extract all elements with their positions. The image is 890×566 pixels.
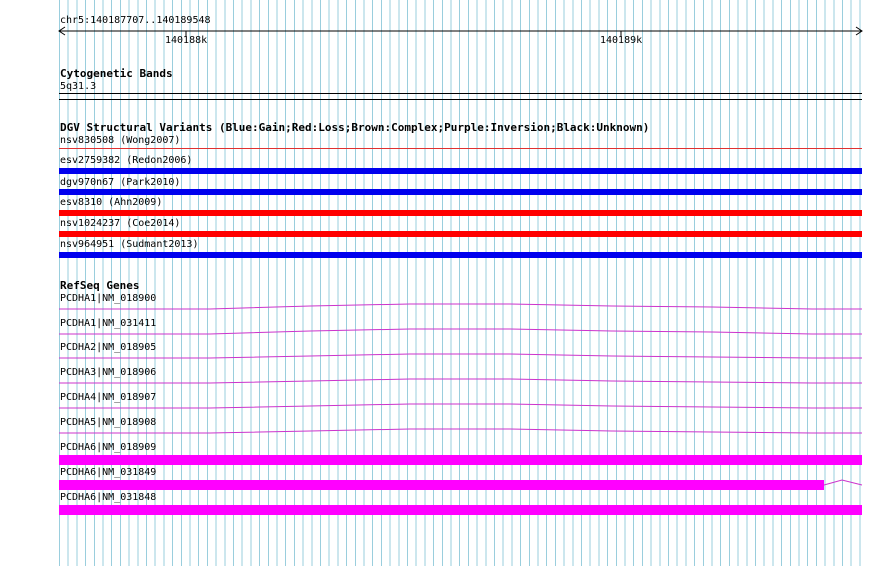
gene-label[interactable]: PCDHA5|NM_018908 — [60, 417, 156, 428]
gene-label[interactable]: PCDHA6|NM_018909 — [60, 442, 156, 453]
gene-intron-line[interactable] — [59, 378, 862, 384]
gene-label[interactable]: PCDHA1|NM_031411 — [60, 318, 156, 329]
dgv-feature-label[interactable]: nsv830508 (Wong2007) — [60, 135, 180, 146]
gene-intron-line[interactable] — [59, 403, 862, 409]
gene-intron-line[interactable] — [59, 328, 862, 335]
dgv-feature-label[interactable]: nsv1024237 (Coe2014) — [60, 218, 180, 229]
dgv-feature-label[interactable]: esv8310 (Ahn2009) — [60, 197, 162, 208]
dgv-feature-label[interactable]: esv2759382 (Redon2006) — [60, 155, 192, 166]
gene-exon-bar[interactable] — [59, 480, 824, 490]
gene-intron-line[interactable] — [59, 428, 862, 434]
dgv-track-title: DGV Structural Variants (Blue:Gain;Red:L… — [60, 121, 650, 134]
refseq-track-title: RefSeq Genes — [60, 279, 140, 292]
gene-intron-line[interactable] — [59, 303, 862, 310]
gene-label[interactable]: PCDHA6|NM_031848 — [60, 492, 156, 503]
gene-exon-bar[interactable] — [59, 455, 862, 465]
gene-label[interactable]: PCDHA1|NM_018900 — [60, 293, 156, 304]
gene-label[interactable]: PCDHA6|NM_031849 — [60, 467, 156, 478]
dgv-feature-label[interactable]: dgv970n67 (Park2010) — [60, 177, 180, 188]
gene-label[interactable]: PCDHA2|NM_018905 — [60, 342, 156, 353]
gene-intron-line[interactable] — [823, 479, 863, 486]
gene-label[interactable]: PCDHA4|NM_018907 — [60, 392, 156, 403]
region-label: chr5:140187707..140189548 — [60, 15, 211, 26]
gene-label[interactable]: PCDHA3|NM_018906 — [60, 367, 156, 378]
dgv-feature-label[interactable]: nsv964951 (Sudmant2013) — [60, 239, 198, 250]
gene-exon-bar[interactable] — [59, 505, 862, 515]
cyto-band-label[interactable]: 5q31.3 — [60, 81, 96, 92]
cyto-track-title: Cytogenetic Bands — [60, 67, 173, 80]
tick-label-140188k: 140188k — [165, 35, 208, 46]
tick-label-140189k: 140189k — [600, 35, 643, 46]
gene-intron-line[interactable] — [59, 353, 862, 359]
